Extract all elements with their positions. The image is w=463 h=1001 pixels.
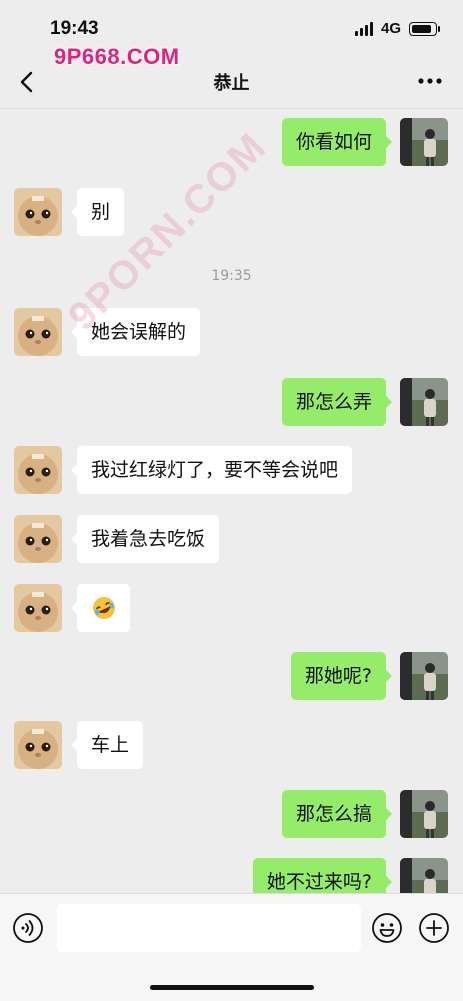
network-type: 4G [380, 20, 401, 37]
more-dots-icon[interactable] [417, 74, 443, 88]
my-avatar[interactable] [400, 652, 448, 700]
received-bubble[interactable]: 我过红绿灯了，要不等会说吧 [70, 446, 353, 494]
voice-icon[interactable] [12, 912, 44, 944]
my-avatar[interactable] [400, 378, 448, 426]
signal-icon [354, 21, 373, 36]
contact-avatar[interactable] [14, 308, 62, 356]
sent-bubble[interactable]: 她不过来吗? [252, 858, 393, 893]
battery-icon [409, 21, 440, 36]
received-bubble[interactable] [71, 584, 130, 632]
smile-icon[interactable] [371, 912, 403, 944]
message-input[interactable] [57, 904, 361, 952]
plus-icon[interactable] [418, 912, 450, 944]
status-time: 19:43 [50, 18, 99, 39]
home-indicator[interactable] [150, 985, 314, 990]
status-indicators: 4G [354, 20, 440, 37]
received-bubble[interactable]: 别 [70, 188, 125, 236]
sent-bubble[interactable]: 那她呢? [290, 652, 393, 700]
timestamp-divider: 19:35 [211, 268, 252, 284]
my-avatar[interactable] [400, 858, 448, 893]
my-avatar[interactable] [400, 790, 448, 838]
sent-bubble[interactable]: 那怎么弄 [281, 378, 393, 426]
page-title: 恭止 [213, 73, 250, 94]
received-bubble[interactable]: 车上 [70, 721, 144, 769]
contact-avatar[interactable] [14, 188, 62, 236]
received-bubble[interactable]: 我着急去吃饭 [70, 515, 220, 563]
contact-avatar[interactable] [14, 721, 62, 769]
rolling-laughing-emoji-icon [93, 597, 115, 619]
site-watermark: 9P668.COM [54, 44, 180, 69]
contact-avatar[interactable] [14, 446, 62, 494]
my-avatar[interactable] [400, 118, 448, 166]
sent-bubble[interactable]: 那怎么搞 [281, 790, 393, 838]
contact-avatar[interactable] [14, 584, 62, 632]
sent-bubble[interactable]: 你看如何 [281, 118, 393, 166]
received-bubble[interactable]: 她会误解的 [70, 308, 201, 356]
contact-avatar[interactable] [14, 515, 62, 563]
message-list[interactable]: 你看如何 别 19:35 她会误解的 那怎么弄 我过红绿灯了，要不等会说吧 我着… [0, 108, 463, 893]
